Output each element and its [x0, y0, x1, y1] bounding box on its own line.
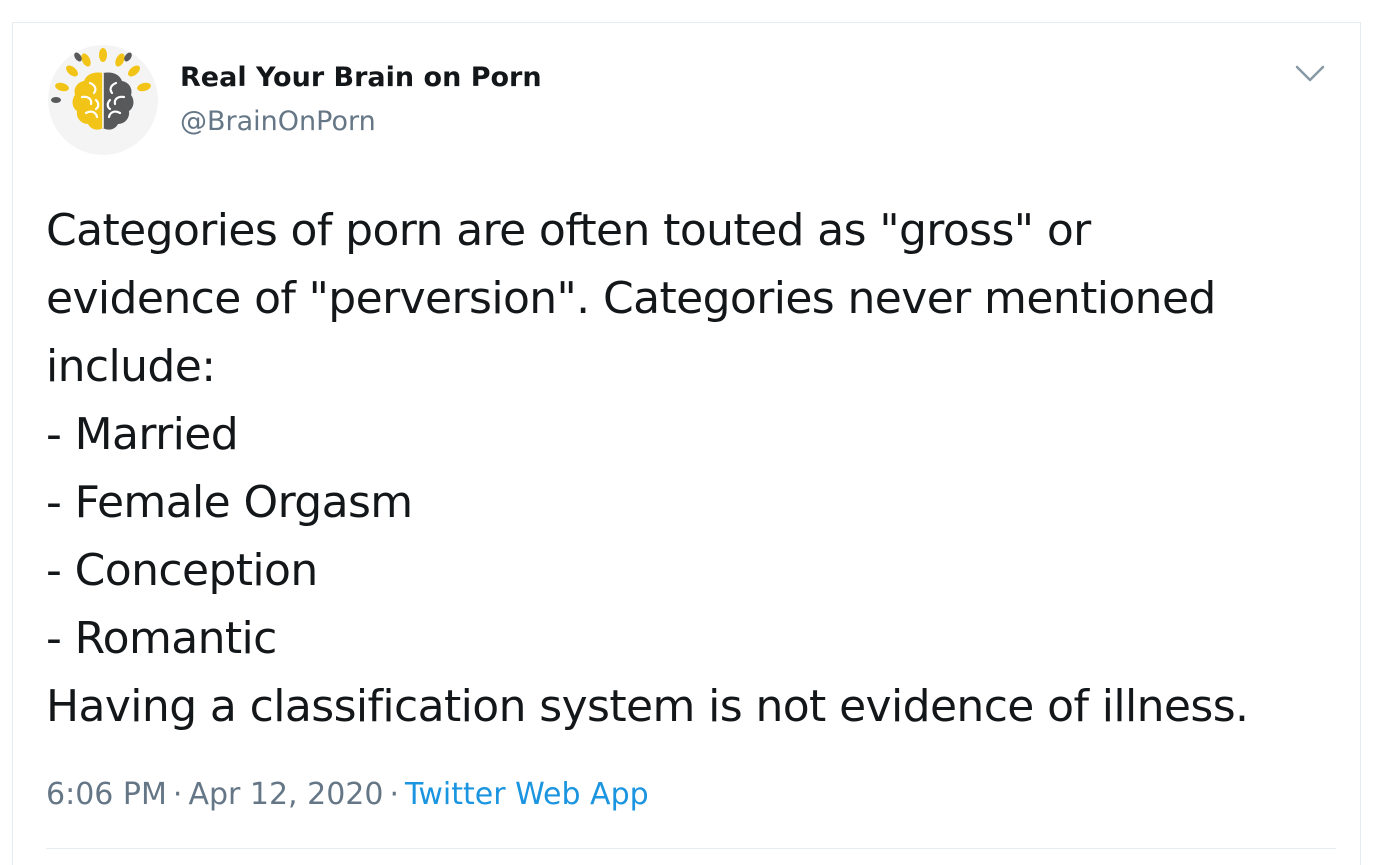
tweet-text-line: Categories of porn are often touted as "…: [46, 205, 1091, 256]
tweet-date: Apr 12, 2020: [188, 777, 384, 812]
tweet-card: Real Your Brain on Porn @BrainOnPorn Cat…: [12, 22, 1361, 865]
divider: [46, 848, 1336, 849]
tweet-text-line: evidence of "perversion". Categories nev…: [46, 273, 1216, 324]
tweet-meta: 6:06 PM · Apr 12, 2020 · Twitter Web App: [46, 775, 649, 815]
author-handle[interactable]: @BrainOnPorn: [180, 104, 542, 140]
author-display-name[interactable]: Real Your Brain on Porn: [180, 60, 542, 96]
tweet-time: 6:06 PM: [46, 777, 167, 812]
tweet-text-line: include:: [46, 341, 216, 392]
brain-sun-logo-icon: [48, 45, 158, 155]
tweet-text-line: Having a classification system is not ev…: [46, 681, 1249, 732]
tweet-timestamp[interactable]: 6:06 PM · Apr 12, 2020: [46, 777, 383, 812]
tweet-menu-button[interactable]: [1290, 59, 1330, 89]
meta-separator: ·: [172, 777, 183, 812]
author-block[interactable]: Real Your Brain on Porn @BrainOnPorn: [180, 60, 542, 140]
avatar[interactable]: [48, 45, 158, 155]
chevron-down-icon: [1295, 65, 1325, 82]
tweet-source-link[interactable]: Twitter Web App: [405, 777, 649, 812]
meta-separator: ·: [389, 777, 400, 812]
tweet-text-line: - Married: [46, 409, 239, 460]
tweet-text-line: - Female Orgasm: [46, 477, 413, 528]
tweet-text-line: - Romantic: [46, 613, 277, 664]
tweet-body: Categories of porn are often touted as "…: [46, 197, 1336, 741]
tweet-text-line: - Conception: [46, 545, 318, 596]
